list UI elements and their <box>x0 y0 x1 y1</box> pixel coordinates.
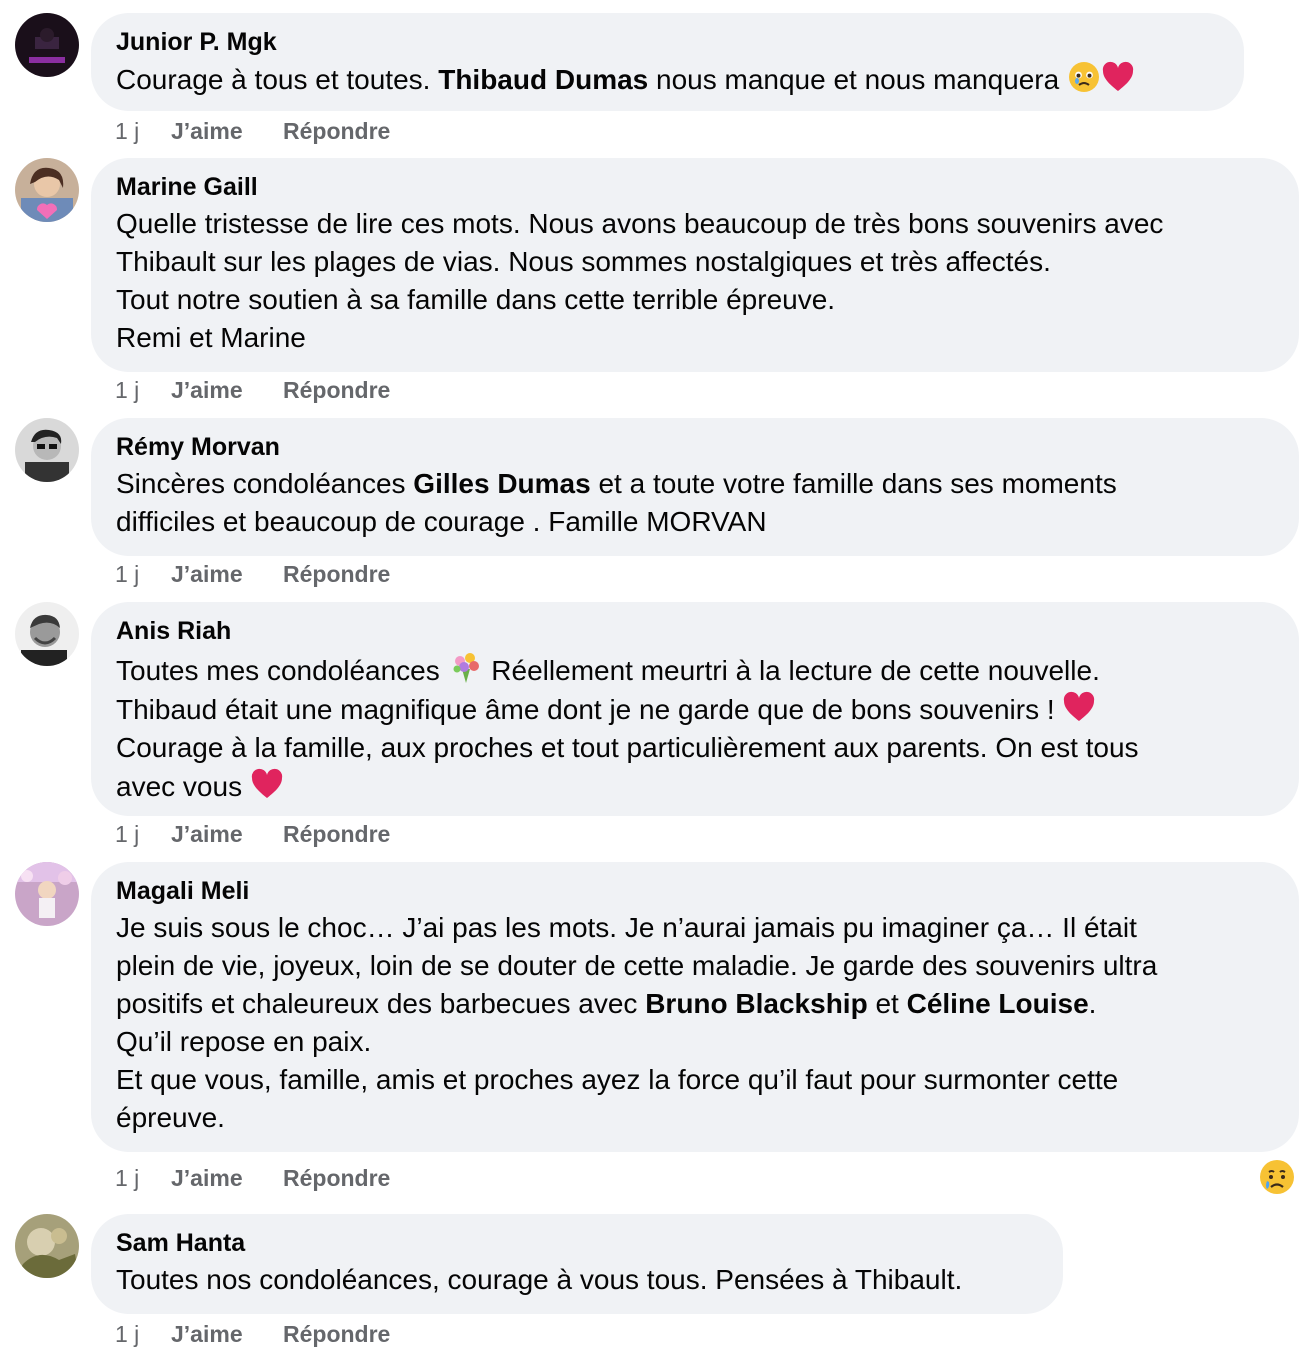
comment-author[interactable]: Sam Hanta <box>116 1228 1038 1258</box>
timestamp[interactable]: 1 j <box>115 560 171 588</box>
text-line: Toutes nos condoléances, courage à vous … <box>116 1264 963 1295</box>
timestamp[interactable]: 1 j <box>115 820 171 848</box>
red-heart-emoji <box>1064 691 1095 721</box>
like-button[interactable]: J’aime <box>171 117 283 145</box>
text-segment: Courage à tous et toutes. <box>116 64 439 95</box>
comment-bubble: Rémy Morvan Sincères condoléances Gilles… <box>91 418 1299 556</box>
text-segment: Sincères condoléances <box>116 468 414 499</box>
text-line: Remi et Marine <box>116 322 306 353</box>
avatar[interactable] <box>15 158 79 222</box>
reply-button[interactable]: Répondre <box>283 821 390 847</box>
comment-actions: 1 j J’aime Répondre <box>115 1320 390 1348</box>
like-button[interactable]: J’aime <box>171 376 283 404</box>
comment-author[interactable]: Magali Meli <box>116 876 1274 906</box>
bouquet-emoji <box>453 653 479 683</box>
red-heart-emoji <box>251 768 283 798</box>
timestamp[interactable]: 1 j <box>115 376 171 404</box>
red-heart-emoji <box>1102 61 1134 91</box>
avatar[interactable] <box>15 1214 79 1278</box>
text-line: Je suis sous le choc… J’ai pas les mots.… <box>116 912 1137 943</box>
text-line: plein de vie, joyeux, loin de se douter … <box>116 950 1158 981</box>
avatar[interactable] <box>15 13 79 77</box>
text-line: Courage à la famille, aux proches et tou… <box>116 732 1139 763</box>
mention-link[interactable]: Céline Louise <box>907 988 1089 1019</box>
comment-actions: 1 j J’aime Répondre <box>115 1164 390 1192</box>
text-segment: Toutes mes condoléances <box>116 655 448 686</box>
comment-bubble: Junior P. Mgk Courage à tous et toutes. … <box>91 13 1244 111</box>
like-button[interactable]: J’aime <box>171 820 283 848</box>
text-line: difficiles et beaucoup de courage . Fami… <box>116 506 767 537</box>
comment-text: Toutes mes condoléances Réellement meurt… <box>116 649 1274 806</box>
comment-bubble: Sam Hanta Toutes nos condoléances, coura… <box>91 1214 1063 1314</box>
comment-text: Courage à tous et toutes. Thibaud Dumas … <box>116 60 1219 99</box>
text-segment: positifs et chaleureux des barbecues ave… <box>116 988 646 1019</box>
mention-link[interactable]: Thibaud Dumas <box>438 64 648 95</box>
text-line: Thibault sur les plages de vias. Nous so… <box>116 246 1051 277</box>
comment-text: Toutes nos condoléances, courage à vous … <box>116 1261 1038 1299</box>
comment-actions: 1 j J’aime Répondre <box>115 560 390 588</box>
text-line: Quelle tristesse de lire ces mots. Nous … <box>116 208 1164 239</box>
comment-actions: 1 j J’aime Répondre <box>115 117 390 145</box>
crying-face-emoji <box>1068 62 1099 92</box>
reply-button[interactable]: Répondre <box>283 1165 390 1191</box>
text-segment: . <box>1088 988 1097 1019</box>
timestamp[interactable]: 1 j <box>115 1320 171 1348</box>
comment-bubble: Magali Meli Je suis sous le choc… J’ai p… <box>91 862 1299 1152</box>
comment-author[interactable]: Anis Riah <box>116 616 1274 646</box>
like-button[interactable]: J’aime <box>171 1164 283 1192</box>
text-segment: Thibaud était une magnifique âme dont je… <box>116 694 1063 725</box>
text-line: épreuve. <box>116 1102 225 1133</box>
comment-bubble: Marine Gaill Quelle tristesse de lire ce… <box>91 158 1299 372</box>
timestamp[interactable]: 1 j <box>115 117 171 145</box>
text-line: Et que vous, famille, amis et proches ay… <box>116 1064 1119 1095</box>
text-segment: et <box>867 988 907 1019</box>
timestamp[interactable]: 1 j <box>115 1164 171 1192</box>
text-segment: nous manque et nous manquera <box>648 64 1067 95</box>
avatar[interactable] <box>15 862 79 926</box>
text-line: Tout notre soutien à sa famille dans cet… <box>116 284 836 315</box>
comment-actions: 1 j J’aime Répondre <box>115 376 390 404</box>
text-segment: et a toute votre famille dans ses moment… <box>590 468 1117 499</box>
comment-author[interactable]: Marine Gaill <box>116 172 1274 202</box>
mention-link[interactable]: Gilles Dumas <box>413 468 590 499</box>
mention-link[interactable]: Bruno Blackship <box>645 988 867 1019</box>
reply-button[interactable]: Répondre <box>283 118 390 144</box>
avatar[interactable] <box>15 418 79 482</box>
comment-text: Quelle tristesse de lire ces mots. Nous … <box>116 205 1274 357</box>
reply-button[interactable]: Répondre <box>283 1321 390 1347</box>
text-segment: Réellement meurtri à la lecture de cette… <box>483 655 1100 686</box>
reply-button[interactable]: Répondre <box>283 561 390 587</box>
avatar[interactable] <box>15 602 79 666</box>
comment-text: Je suis sous le choc… J’ai pas les mots.… <box>116 909 1274 1137</box>
comment-author[interactable]: Junior P. Mgk <box>116 27 1219 57</box>
text-segment: avec vous <box>116 771 250 802</box>
sad-reaction-icon[interactable] <box>1258 1158 1296 1196</box>
like-button[interactable]: J’aime <box>171 1320 283 1348</box>
like-button[interactable]: J’aime <box>171 560 283 588</box>
comment-actions: 1 j J’aime Répondre <box>115 820 390 848</box>
comment-text: Sincères condoléances Gilles Dumas et a … <box>116 465 1274 541</box>
comment-author[interactable]: Rémy Morvan <box>116 432 1274 462</box>
comment-bubble: Anis Riah Toutes mes condoléances Réelle… <box>91 602 1299 816</box>
text-line: Qu’il repose en paix. <box>116 1026 372 1057</box>
reply-button[interactable]: Répondre <box>283 377 390 403</box>
